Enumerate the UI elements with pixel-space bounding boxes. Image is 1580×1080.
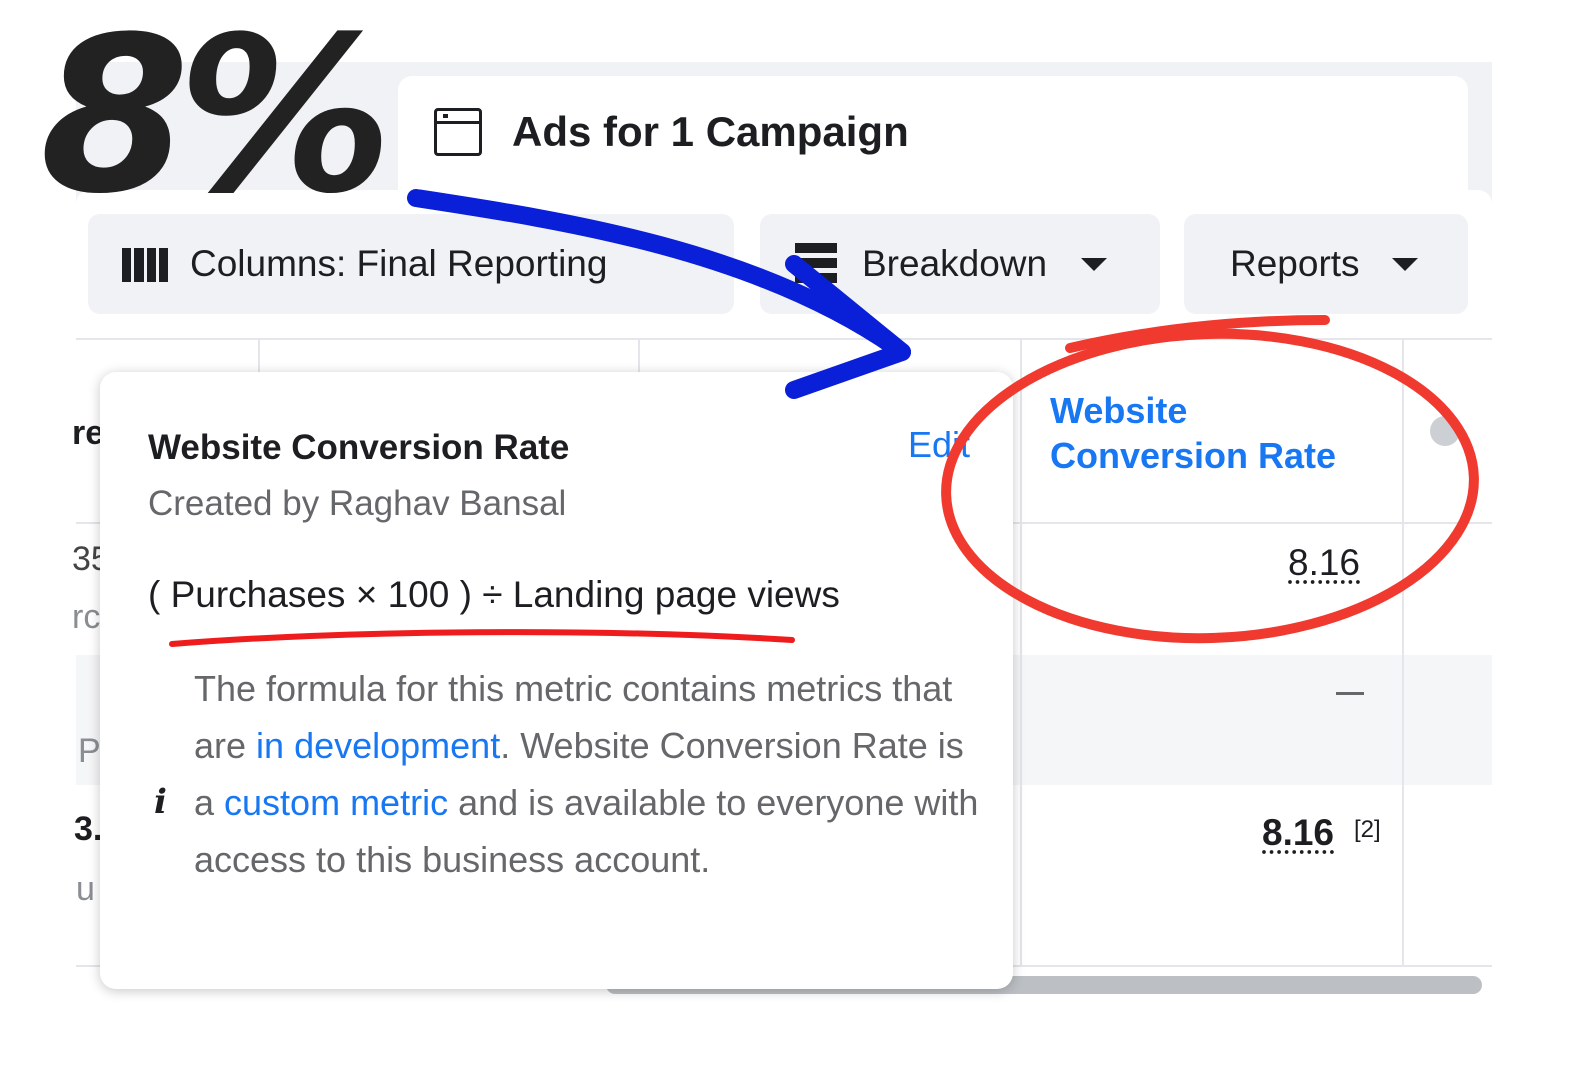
annotation-underline bbox=[169, 629, 795, 647]
annotation-arrow bbox=[407, 189, 911, 361]
annotation-overlay bbox=[169, 189, 1479, 647]
annotation-circle bbox=[941, 328, 1479, 644]
